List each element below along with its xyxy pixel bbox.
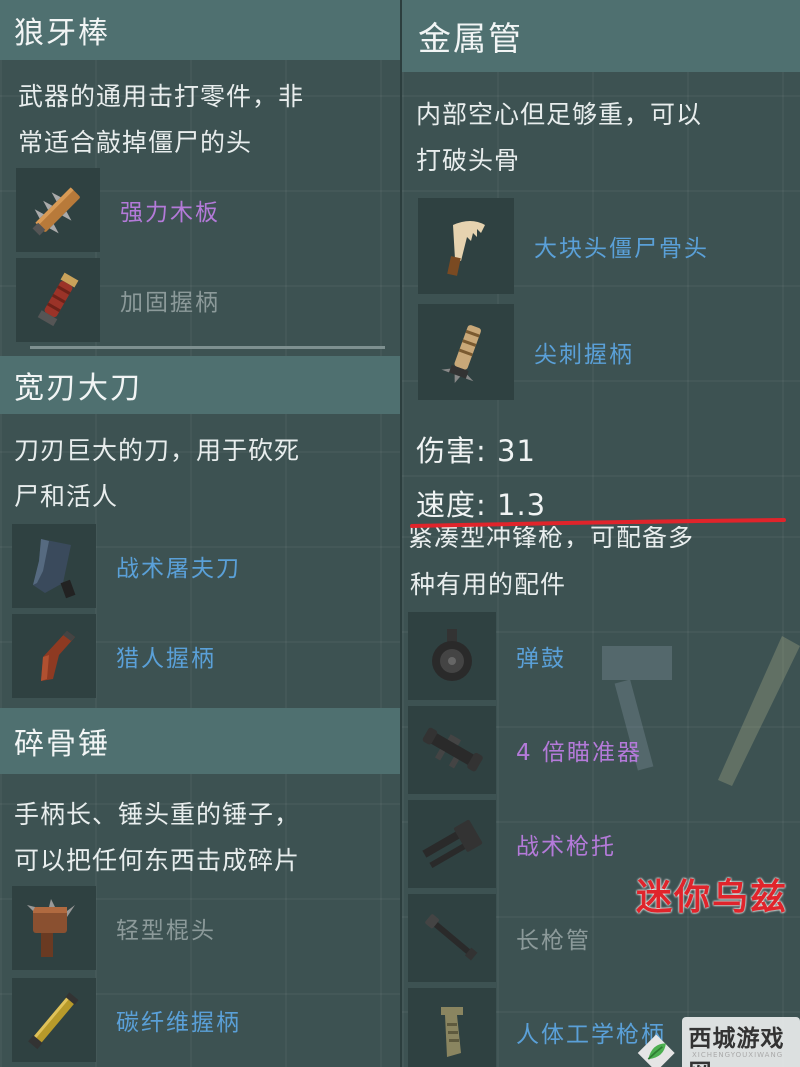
damage-stat: 伤害: 31: [416, 434, 536, 468]
desc-line: 常适合敲掉僵尸的头: [18, 128, 253, 157]
panel-description: 手柄长、锤头重的锤子， 可以把任何东西击成碎片: [14, 792, 300, 884]
logo-subtext: XICHENGYOUXIWANG: [692, 1051, 784, 1059]
long-barrel-icon: [425, 914, 478, 961]
desc-line: 内部空心但足够重，可以: [416, 100, 703, 129]
carbon-grip-icon: [28, 992, 79, 1050]
reinforced-grip-icon: [37, 272, 79, 327]
component-slot-cleaver[interactable]: 战术屠夫刀: [12, 524, 241, 608]
component-label: 碳纤维握柄: [116, 1010, 241, 1036]
desc-line: 武器的通用击打零件，非: [18, 82, 305, 111]
panel-title-text: 碎骨锤: [14, 727, 110, 762]
divider: [30, 346, 385, 349]
component-slot-carbon-grip[interactable]: 碳纤维握柄: [12, 978, 241, 1062]
cleaver-icon: [33, 539, 76, 599]
component-label: 4 倍瞄准器: [516, 740, 642, 766]
panel-description: 内部空心但足够重，可以 打破头骨: [416, 92, 702, 184]
panel-description: 刀刃巨大的刀，用于砍死 尸和活人: [14, 428, 300, 520]
spiked-plank-icon: [32, 187, 80, 236]
panel-rifle: 种有用的配件 弹鼓 4 倍瞄准器 战术枪托 长枪管 人体工学枪柄: [402, 536, 800, 1067]
panel-title: 狼牙棒: [0, 0, 400, 60]
component-slot-light-club-head[interactable]: 轻型棍头: [12, 886, 216, 970]
panel-metal-pipe: 金属管 内部空心但足够重，可以 打破头骨 大块头僵尸骨头 尖刺握柄 伤害: 31…: [402, 0, 800, 536]
desc-line: 尸和活人: [14, 482, 119, 511]
desc-line: 刀刃巨大的刀，用于砍死: [14, 436, 301, 465]
component-label: 战术屠夫刀: [116, 556, 241, 582]
panel-title-text: 狼牙棒: [14, 16, 110, 51]
stock-icon: [422, 819, 483, 869]
component-slot-stock[interactable]: 战术枪托: [408, 800, 616, 888]
desc-line: 手柄长、锤头重的锤子，: [14, 800, 301, 829]
light-club-head-icon: [27, 899, 75, 957]
component-slot-drum-magazine[interactable]: 弹鼓: [408, 612, 566, 700]
bone-icon: [447, 221, 485, 276]
component-label: 轻型棍头: [116, 918, 216, 944]
component-slot-spiked-plank[interactable]: 强力木板: [16, 168, 220, 252]
desc-line: 可以把任何东西击成碎片: [14, 846, 301, 875]
ergonomic-grip-icon: [441, 1007, 463, 1057]
panel-description: 武器的通用击打零件，非 常适合敲掉僵尸的头: [18, 74, 304, 166]
panel-title: 金属管: [402, 0, 800, 72]
component-label: 尖刺握柄: [534, 342, 634, 368]
component-label: 弹鼓: [516, 646, 566, 672]
scope-icon: [422, 727, 483, 772]
panel-bone-hammer: 碎骨锤 手柄长、锤头重的锤子， 可以把任何东西击成碎片 轻型棍头 碳纤维握柄: [0, 708, 400, 1067]
red-underline: [410, 518, 786, 528]
panel-title: 宽刃大刀: [0, 356, 400, 414]
component-label: 战术枪托: [516, 834, 616, 860]
panel-title-text: 金属管: [418, 19, 523, 58]
desc-line: 种有用的配件: [410, 570, 567, 599]
component-label: 猎人握柄: [116, 646, 216, 672]
panel-title: 碎骨锤: [0, 708, 400, 774]
panel-wolf-club: 狼牙棒 武器的通用击打零件，非 常适合敲掉僵尸的头 强力木板 加固握柄: [0, 0, 400, 356]
spiked-grip-icon: [441, 325, 481, 384]
component-slot-spiked-grip[interactable]: 尖刺握柄: [418, 304, 634, 400]
hunter-grip-icon: [41, 631, 75, 681]
drum-magazine-icon: [432, 629, 472, 681]
component-slot-scope[interactable]: 4 倍瞄准器: [408, 706, 642, 794]
desc-line: 打破头骨: [416, 146, 521, 175]
panel-description: 种有用的配件: [410, 562, 566, 608]
component-label: 加固握柄: [120, 290, 220, 316]
component-slot-ergonomic-grip[interactable]: 人体工学枪柄: [408, 988, 666, 1067]
component-label: 长枪管: [516, 928, 591, 954]
logo-text: 西城游戏网: [682, 1017, 800, 1067]
component-slot-long-barrel[interactable]: 长枪管: [408, 894, 591, 982]
site-logo: 西城游戏网 XICHENGYOUXIWANG: [636, 1017, 800, 1067]
logo-leaf-icon: [637, 1034, 675, 1067]
component-slot-reinforced-grip[interactable]: 加固握柄: [16, 258, 220, 342]
component-slot-bone[interactable]: 大块头僵尸骨头: [418, 198, 709, 294]
watermark-text: 迷你乌兹: [635, 877, 788, 918]
component-slot-hunter-grip[interactable]: 猎人握柄: [12, 614, 216, 698]
background-blade-silhouette: [718, 636, 800, 786]
component-label: 大块头僵尸骨头: [534, 236, 709, 262]
panel-machete: 宽刃大刀 刀刃巨大的刀，用于砍死 尸和活人 战术屠夫刀 猎人握柄: [0, 356, 400, 708]
panel-title-text: 宽刃大刀: [14, 371, 142, 406]
component-label: 强力木板: [120, 200, 220, 226]
